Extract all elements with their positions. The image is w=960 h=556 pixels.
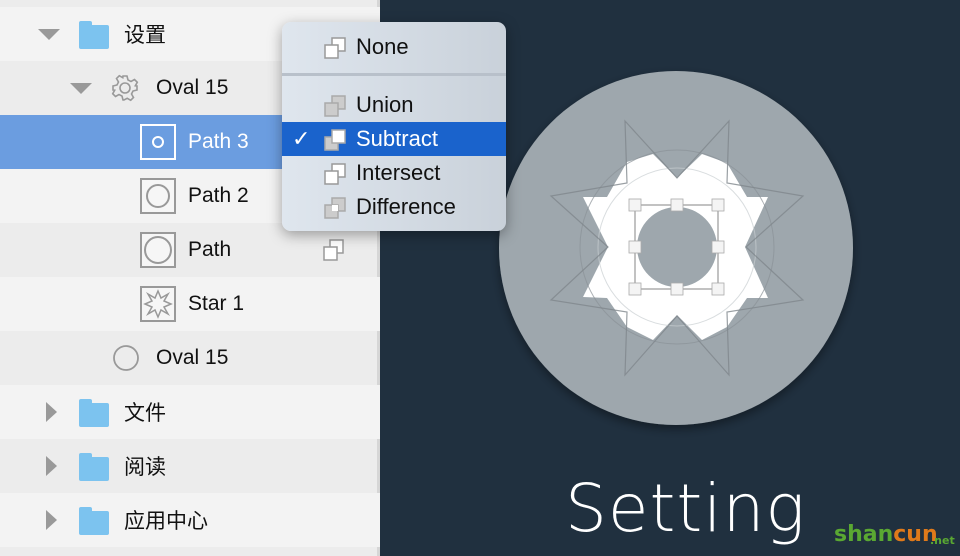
menu-separator xyxy=(282,73,506,76)
watermark-domain: .net xyxy=(930,534,955,547)
menu-item-union[interactable]: Union xyxy=(282,88,506,122)
menu-item-label: None xyxy=(356,34,409,59)
menu-item-subtract[interactable]: ✓ Subtract xyxy=(282,122,506,156)
menu-item-label: Intersect xyxy=(356,160,441,185)
watermark-logo: shancun .net xyxy=(834,522,958,554)
boolean-intersect-icon xyxy=(324,163,346,185)
menu-item-none[interactable]: None xyxy=(282,30,506,64)
menu-item-label: Difference xyxy=(356,194,456,219)
watermark-text: shan xyxy=(834,522,894,547)
menu-item-difference[interactable]: Difference xyxy=(282,190,506,224)
background-circle[interactable] xyxy=(499,71,853,425)
menu-item-intersect[interactable]: Intersect xyxy=(282,156,506,190)
checkmark-icon: ✓ xyxy=(292,126,311,151)
menu-item-label: Union xyxy=(356,92,414,117)
boolean-operation-menu: None Union ✓ Subtract Intersect Differen… xyxy=(282,22,506,231)
canvas-title-text[interactable]: Setting xyxy=(565,470,806,547)
menu-item-label: Subtract xyxy=(356,126,438,151)
boolean-difference-icon xyxy=(324,197,346,219)
boolean-none-icon xyxy=(324,37,346,59)
boolean-subtract-icon xyxy=(324,129,346,151)
boolean-union-icon xyxy=(324,95,346,117)
